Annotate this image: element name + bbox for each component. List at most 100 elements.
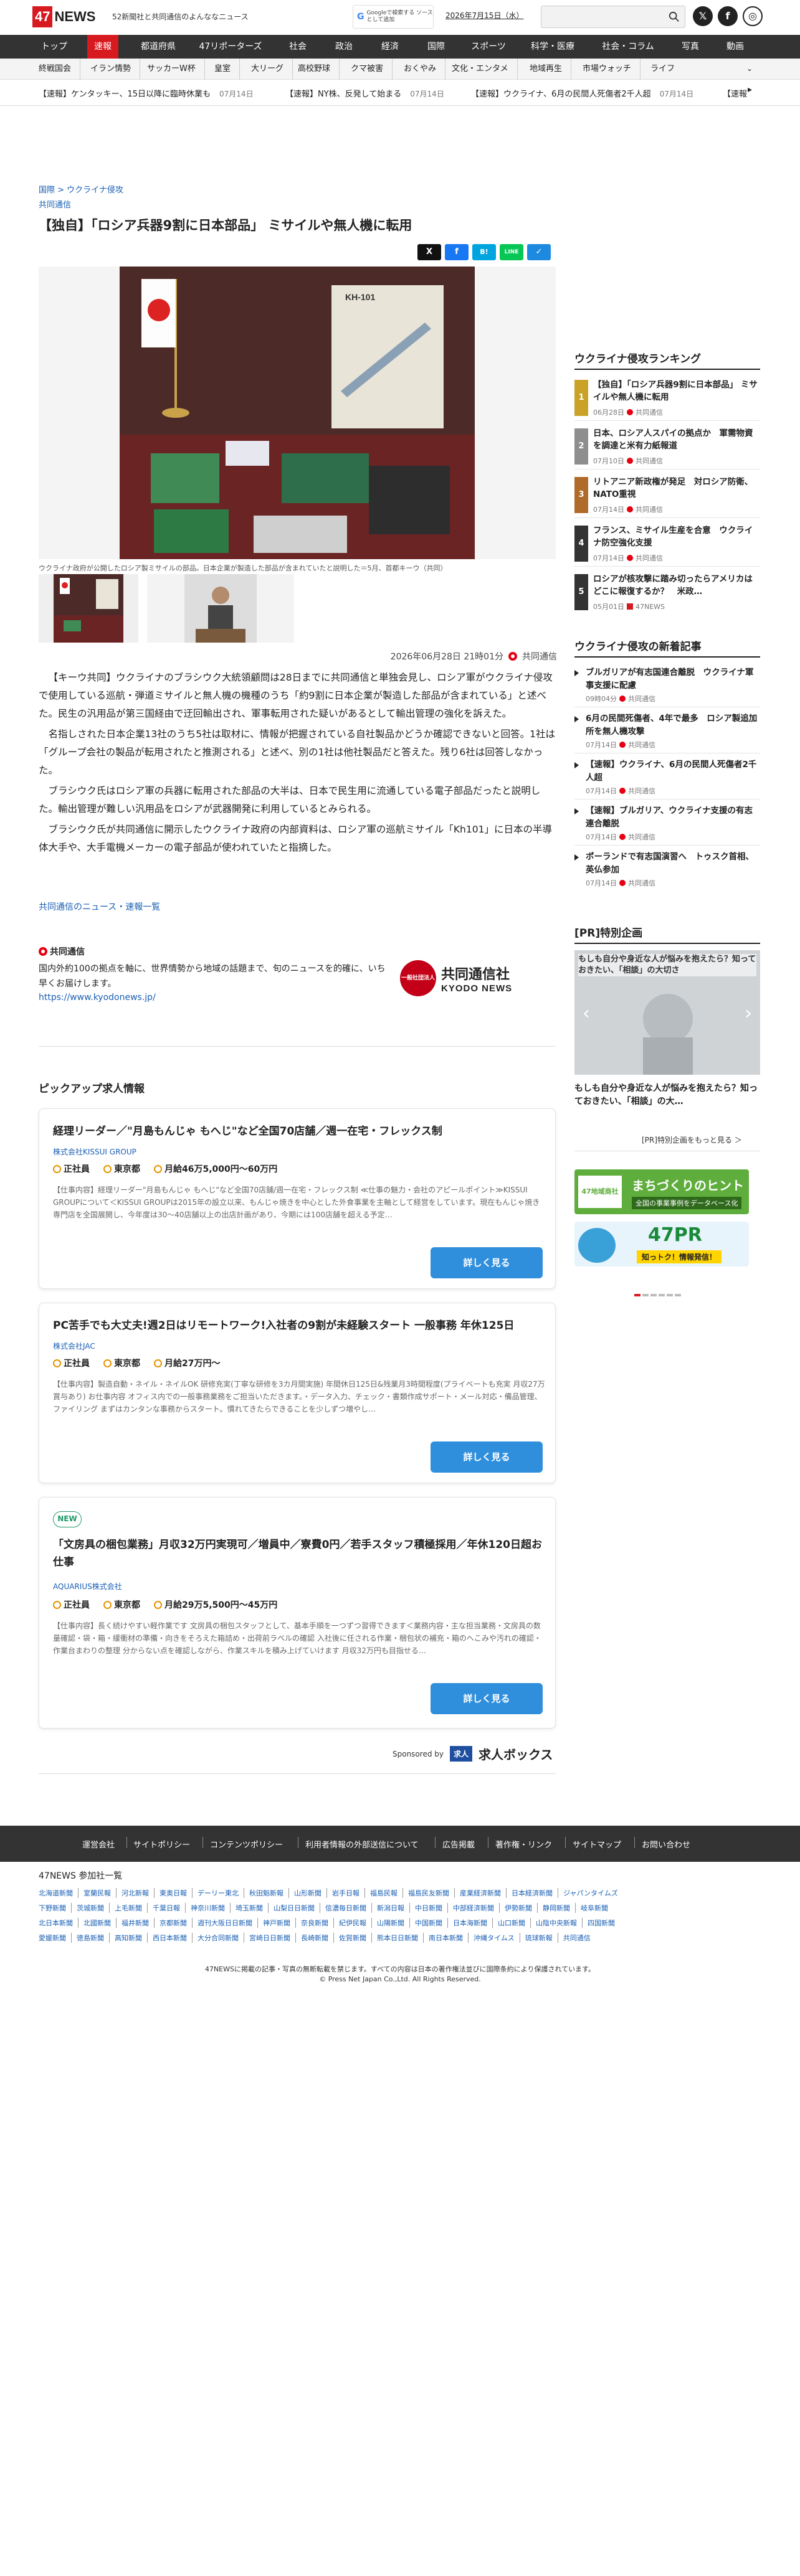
partner-link[interactable]: 南日本新聞 bbox=[424, 1933, 469, 1943]
nav-prefectures[interactable]: 都道府県 bbox=[133, 35, 183, 59]
pr-more-link[interactable]: [PR]特別企画をもっと見る ＞ bbox=[642, 1135, 742, 1145]
carousel-prev-icon[interactable]: ‹ bbox=[577, 1003, 596, 1025]
partner-link[interactable]: 下野新聞 bbox=[39, 1903, 72, 1913]
partner-link[interactable]: 室蘭民報 bbox=[79, 1888, 117, 1898]
latest-item[interactable]: 6月の民間死傷者、4年で最多 ロシア製追加所を無人機攻撃 07月14日 共同通信 bbox=[574, 712, 760, 753]
partner-link[interactable]: 伊勢新聞 bbox=[500, 1903, 538, 1913]
pagination-dot[interactable] bbox=[667, 1294, 673, 1296]
search-input[interactable] bbox=[541, 6, 685, 28]
partner-link[interactable]: 西日本新聞 bbox=[148, 1933, 193, 1943]
ticker-item[interactable]: 【速報】NY株、反発して始まる 07月14日 bbox=[285, 87, 444, 99]
partner-link[interactable]: 週刊大阪日日新聞 bbox=[193, 1918, 258, 1928]
nav-international[interactable]: 国際 bbox=[419, 35, 454, 59]
latest-item[interactable]: ポーランドで有志国演習へ トゥスク首相、英仏参加 07月14日 共同通信 bbox=[574, 851, 760, 892]
partner-link[interactable]: 山陽新聞 bbox=[372, 1918, 410, 1928]
ticker-item[interactable]: 【速報 bbox=[723, 87, 747, 99]
site-logo[interactable]: 47 NEWS bbox=[32, 6, 105, 28]
google-preferred-source-button[interactable]: G Googleで検索する ソースとして追加 bbox=[353, 5, 434, 29]
nav-sports[interactable]: スポーツ bbox=[462, 35, 515, 59]
subnav-item[interactable]: おくやみ bbox=[395, 59, 446, 80]
partner-link[interactable]: 千葉日報 bbox=[148, 1903, 186, 1913]
partner-link[interactable]: 山梨日日新聞 bbox=[269, 1903, 320, 1913]
partner-link[interactable]: 熊本日日新聞 bbox=[372, 1933, 424, 1943]
partner-link[interactable]: 日本経済新聞 bbox=[507, 1888, 558, 1898]
partner-link[interactable]: 福島民報 bbox=[365, 1888, 403, 1898]
footer-link[interactable]: コンテンツポリシー bbox=[210, 1838, 283, 1850]
partner-link[interactable]: 紀伊民報 bbox=[334, 1918, 372, 1928]
pagination-dot[interactable] bbox=[634, 1294, 640, 1296]
footer-link[interactable]: お問い合わせ bbox=[642, 1838, 690, 1850]
partner-link[interactable]: 奈良新聞 bbox=[296, 1918, 334, 1928]
pr-carousel[interactable]: もしも自分や身近な人が悩みを抱えたら？知っておきたい、「相談」の大切さ ‹ › bbox=[574, 950, 760, 1075]
partner-link[interactable]: 岩手日報 bbox=[327, 1888, 365, 1898]
partner-link[interactable]: 琉球新報 bbox=[520, 1933, 558, 1943]
partner-link[interactable]: 長崎新聞 bbox=[296, 1933, 334, 1943]
subnav-item[interactable]: 終戦国会 bbox=[30, 59, 81, 80]
footer-link[interactable]: 著作権・リンク bbox=[495, 1838, 552, 1850]
partner-link[interactable]: ジャパンタイムズ bbox=[558, 1888, 623, 1898]
partner-link[interactable]: 佐賀新聞 bbox=[334, 1933, 372, 1943]
nav-breaking[interactable]: 速報 bbox=[87, 35, 118, 59]
partner-link[interactable]: 京都新聞 bbox=[155, 1918, 193, 1928]
partner-link[interactable]: 愛媛新聞 bbox=[39, 1933, 72, 1943]
partner-link[interactable]: 埼玉新聞 bbox=[231, 1903, 269, 1913]
facebook-icon[interactable]: f bbox=[718, 6, 738, 26]
partner-link[interactable]: 新潟日報 bbox=[372, 1903, 410, 1913]
partner-link[interactable]: 四国新聞 bbox=[583, 1918, 620, 1928]
pagination-dot[interactable] bbox=[659, 1294, 665, 1296]
nav-science[interactable]: 科学・医療 bbox=[523, 35, 582, 59]
47pr-banner[interactable]: 47PR 知っトク！情報発信！ bbox=[574, 1222, 749, 1267]
subnav-item[interactable]: ライフ bbox=[642, 59, 683, 80]
partner-link[interactable]: 静岡新聞 bbox=[538, 1903, 576, 1913]
footer-link[interactable]: 広告掲載 bbox=[442, 1838, 475, 1850]
partner-link[interactable]: デーリー東北 bbox=[193, 1888, 244, 1898]
subnav-item[interactable]: 大リーグ bbox=[242, 59, 293, 80]
latest-item[interactable]: 【速報】ブルガリア、ウクライナ支援の有志連合離脱 07月14日 共同通信 bbox=[574, 804, 760, 846]
partner-link[interactable]: 北海道新聞 bbox=[39, 1888, 79, 1898]
subnav-item[interactable]: 文化・エンタメ bbox=[443, 59, 518, 80]
partner-link[interactable]: 茨城新聞 bbox=[72, 1903, 110, 1913]
partner-link[interactable]: 山形新聞 bbox=[289, 1888, 327, 1898]
footer-link[interactable]: サイトマップ bbox=[573, 1838, 621, 1850]
nav-column[interactable]: 社会・コラム bbox=[596, 35, 660, 59]
job-card[interactable]: 経理リーダー／"月島もんじゃ もへじ"など全国70店舗／週一在宅・フレックス制 … bbox=[39, 1108, 556, 1289]
ticker-item[interactable]: 【速報】ウクライナ、6月の民間人死傷者2千人超 07月14日 bbox=[471, 87, 693, 99]
ranking-item[interactable]: 4 フランス、ミサイル生産を合意 ウクライナ防空強化支援 07月14日 共同通信 bbox=[574, 523, 760, 567]
partner-link[interactable]: 中部経済新聞 bbox=[448, 1903, 500, 1913]
partner-link[interactable]: 日本海新聞 bbox=[448, 1918, 493, 1928]
job-title[interactable]: 経理リーダー／"月島もんじゃ もへじ"など全国70店舗／週一在宅・フレックス制 bbox=[53, 1123, 545, 1140]
partner-link[interactable]: 共同通信 bbox=[558, 1933, 596, 1943]
subnav-item[interactable]: 地域再生 bbox=[521, 59, 572, 80]
job-detail-button[interactable]: 詳しく見る bbox=[431, 1683, 543, 1714]
share-hatena-button[interactable]: B! bbox=[472, 244, 496, 260]
partner-link[interactable]: 北日本新聞 bbox=[39, 1918, 79, 1928]
subnav-item[interactable]: 高校野球 bbox=[289, 59, 340, 80]
partner-link[interactable]: 中日新聞 bbox=[410, 1903, 448, 1913]
article-main-photo[interactable]: KH-101 bbox=[39, 267, 556, 559]
partner-link[interactable]: 東奥日報 bbox=[155, 1888, 193, 1898]
partner-link[interactable]: 宮崎日日新聞 bbox=[244, 1933, 296, 1943]
job-title[interactable]: PC苦手でも大丈夫!週2日はリモートワーク!入社者の9割が未経験スタート 一般事… bbox=[53, 1317, 545, 1334]
ranking-item[interactable]: 2 日本、ロシア人スパイの拠点か 軍需物資を調達と米有力紙報道 07月10日 共同… bbox=[574, 426, 760, 469]
partner-link[interactable]: 岐阜新聞 bbox=[576, 1903, 613, 1913]
job-title[interactable]: 「文房具の梱包業務」月収32万円実現可／増員中／寮費0円／若手スタッフ積極採用／… bbox=[53, 1536, 545, 1571]
partner-link[interactable]: 産業経済新聞 bbox=[455, 1888, 507, 1898]
publisher-news-list-link[interactable]: 共同通信のニュース・速報一覧 bbox=[39, 900, 160, 913]
nav-photo[interactable]: 写真 bbox=[673, 35, 708, 59]
partner-link[interactable]: 上毛新聞 bbox=[110, 1903, 148, 1913]
nav-society[interactable]: 社会 bbox=[280, 35, 315, 59]
chevron-down-icon[interactable]: ⌄ bbox=[746, 64, 753, 73]
share-facebook-button[interactable]: f bbox=[445, 244, 469, 260]
kyujin-box-logo-icon[interactable]: 求人 bbox=[449, 1746, 472, 1762]
pagination-dot[interactable] bbox=[675, 1294, 681, 1296]
job-detail-button[interactable]: 詳しく見る bbox=[431, 1441, 543, 1473]
kyujin-box-name[interactable]: 求人ボックス bbox=[479, 1745, 553, 1763]
latest-item[interactable]: ブルガリアが有志国連合離脱 ウクライナ軍事支援に配慮 09時04分 共同通信 bbox=[574, 666, 760, 707]
footer-link[interactable]: サイトポリシー bbox=[133, 1838, 190, 1850]
ranking-item[interactable]: 3 リトアニア新政権が発足 対ロシア防衛、NATO重視 07月14日 共同通信 bbox=[574, 474, 760, 518]
carousel-next-icon[interactable]: › bbox=[739, 1003, 758, 1025]
pagination-dot[interactable] bbox=[642, 1294, 649, 1296]
partner-link[interactable]: 沖縄タイムス bbox=[469, 1933, 520, 1943]
article-source[interactable]: 共同通信 bbox=[39, 198, 71, 210]
partner-link[interactable]: 中国新聞 bbox=[410, 1918, 448, 1928]
